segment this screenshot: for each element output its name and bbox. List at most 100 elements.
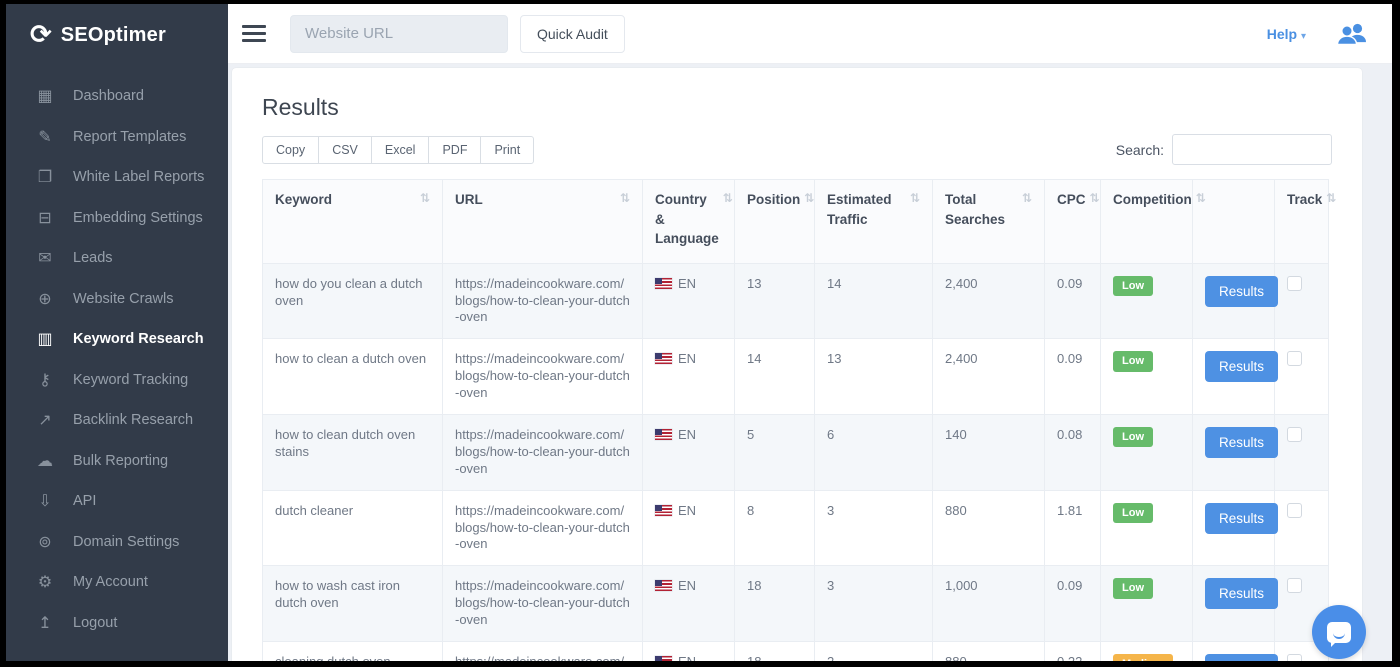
url-cell: https://madeincookware.com/blogs/how-to-… <box>443 339 643 415</box>
quick-audit-button[interactable]: Quick Audit <box>520 15 625 53</box>
track-checkbox[interactable] <box>1287 654 1302 661</box>
total-searches-cell: 140 <box>933 415 1045 491</box>
csv-button[interactable]: CSV <box>318 136 372 164</box>
results-card: Results CopyCSVExcelPDFPrint Search: Key… <box>232 68 1362 661</box>
help-dropdown[interactable]: Help ▾ <box>1267 26 1306 42</box>
sidebar-item-label: Report Templates <box>73 129 186 145</box>
estimated-traffic-cell: 3 <box>815 566 933 642</box>
position-cell: 5 <box>735 415 815 491</box>
sort-icon[interactable]: ⇅ <box>1326 191 1336 205</box>
column-header-position[interactable]: Position⇅ <box>735 180 815 264</box>
results-button[interactable]: Results <box>1205 654 1278 661</box>
estimated-traffic-cell: 14 <box>815 263 933 339</box>
results-button[interactable]: Results <box>1205 503 1278 534</box>
cpc-cell: 0.22 <box>1045 642 1101 661</box>
sidebar-item-embedding-settings[interactable]: ⊟Embedding Settings <box>6 198 228 239</box>
keyword-cell: how do you clean a dutch oven <box>263 263 443 339</box>
sort-icon[interactable]: ⇅ <box>420 191 430 205</box>
cpc-cell: 1.81 <box>1045 490 1101 566</box>
sidebar-item-dashboard[interactable]: ▦Dashboard <box>6 76 228 117</box>
sort-icon[interactable]: ⇅ <box>1196 191 1206 205</box>
estimated-traffic-cell: 3 <box>815 490 933 566</box>
competition-badge: Low <box>1113 578 1153 598</box>
column-header-keyword[interactable]: Keyword⇅ <box>263 180 443 264</box>
track-checkbox[interactable] <box>1287 427 1302 442</box>
sort-icon[interactable]: ⇅ <box>910 191 920 205</box>
sort-icon[interactable]: ⇅ <box>723 191 733 205</box>
country-language-cell: EN <box>643 642 735 661</box>
sort-icon[interactable]: ⇅ <box>1022 191 1032 205</box>
column-header-estimated-traffic[interactable]: Estimated Traffic⇅ <box>815 180 933 264</box>
sort-icon[interactable]: ⇅ <box>620 191 630 205</box>
competition-badge: Low <box>1113 276 1153 296</box>
chat-launcher-button[interactable] <box>1312 605 1366 659</box>
results-button[interactable]: Results <box>1205 351 1278 382</box>
sort-icon[interactable]: ⇅ <box>1090 191 1100 205</box>
track-checkbox[interactable] <box>1287 578 1302 593</box>
position-cell: 13 <box>735 263 815 339</box>
keyword-cell: how to wash cast iron dutch oven <box>263 566 443 642</box>
keyword-cell: dutch cleaner <box>263 490 443 566</box>
sidebar-item-backlink-research[interactable]: ↗Backlink Research <box>6 400 228 441</box>
keyword-cell: how to clean a dutch oven <box>263 339 443 415</box>
document-copy-icon: ❐ <box>34 167 56 187</box>
sidebar-item-report-templates[interactable]: ✎Report Templates <box>6 117 228 158</box>
track-cell <box>1275 490 1329 566</box>
us-flag-icon <box>655 353 672 364</box>
column-label: Total Searches <box>945 190 1018 229</box>
column-header-competition[interactable]: Competition⇅ <box>1101 180 1193 264</box>
website-url-input[interactable] <box>290 15 508 53</box>
column-header-total-searches[interactable]: Total Searches ⇅ <box>933 180 1045 264</box>
track-checkbox[interactable] <box>1287 276 1302 291</box>
results-button[interactable]: Results <box>1205 427 1278 458</box>
sidebar-item-logout[interactable]: ↥Logout <box>6 603 228 644</box>
sidebar-item-website-crawls[interactable]: ⊕Website Crawls <box>6 279 228 320</box>
cpc-cell: 0.09 <box>1045 339 1101 415</box>
competition-cell: Low <box>1101 263 1193 339</box>
url-cell: https://madeincookware.com/blogs/how-to-… <box>443 490 643 566</box>
page-title: Results <box>262 94 1332 121</box>
language-label: EN <box>678 503 696 518</box>
sidebar-item-white-label-reports[interactable]: ❐White Label Reports <box>6 157 228 198</box>
sidebar-item-my-account[interactable]: ⚙My Account <box>6 562 228 603</box>
competition-badge: Low <box>1113 427 1153 447</box>
search-input[interactable] <box>1172 134 1332 165</box>
sidebar-item-api[interactable]: ⇩API <box>6 481 228 522</box>
excel-button[interactable]: Excel <box>371 136 430 164</box>
column-label: Track <box>1287 190 1322 210</box>
print-button[interactable]: Print <box>480 136 534 164</box>
chevron-down-icon: ▾ <box>1301 31 1306 42</box>
results-button[interactable]: Results <box>1205 578 1278 609</box>
sidebar-item-label: Website Crawls <box>73 291 173 307</box>
results-cell: Results <box>1193 642 1275 661</box>
hamburger-menu-icon[interactable] <box>242 21 268 46</box>
external-link-icon: ↗ <box>34 410 56 430</box>
app-logo[interactable]: ⟳ SEOptimer <box>6 4 228 66</box>
copy-button[interactable]: Copy <box>262 136 319 164</box>
sort-icon[interactable]: ⇅ <box>804 191 814 205</box>
us-flag-icon <box>655 505 672 516</box>
column-header-country-language[interactable]: Country & Language⇅ <box>643 180 735 264</box>
export-button-group: CopyCSVExcelPDFPrint <box>262 136 534 164</box>
track-checkbox[interactable] <box>1287 351 1302 366</box>
sidebar-item-keyword-research[interactable]: ▥Keyword Research <box>6 319 228 360</box>
track-checkbox[interactable] <box>1287 503 1302 518</box>
envelope-icon: ✉ <box>34 248 56 268</box>
results-button[interactable]: Results <box>1205 276 1278 307</box>
column-label: Competition <box>1113 190 1192 210</box>
sidebar-item-bulk-reporting[interactable]: ☁Bulk Reporting <box>6 441 228 482</box>
sidebar-item-label: Keyword Research <box>73 331 204 347</box>
column-header-cpc[interactable]: CPC⇅ <box>1045 180 1101 264</box>
total-searches-cell: 2,400 <box>933 263 1045 339</box>
sidebar-item-domain-settings[interactable]: ⊚Domain Settings <box>6 522 228 563</box>
sidebar-item-leads[interactable]: ✉Leads <box>6 238 228 279</box>
users-menu-button[interactable] <box>1336 22 1368 46</box>
column-header-track[interactable]: Track⇅ <box>1275 180 1329 264</box>
position-cell: 18 <box>735 566 815 642</box>
pdf-button[interactable]: PDF <box>428 136 481 164</box>
column-header-url[interactable]: URL⇅ <box>443 180 643 264</box>
cpc-cell: 0.08 <box>1045 415 1101 491</box>
sidebar-item-keyword-tracking[interactable]: ⚷Keyword Tracking <box>6 360 228 401</box>
globe-icon: ⊚ <box>34 532 56 552</box>
cpc-cell: 0.09 <box>1045 263 1101 339</box>
